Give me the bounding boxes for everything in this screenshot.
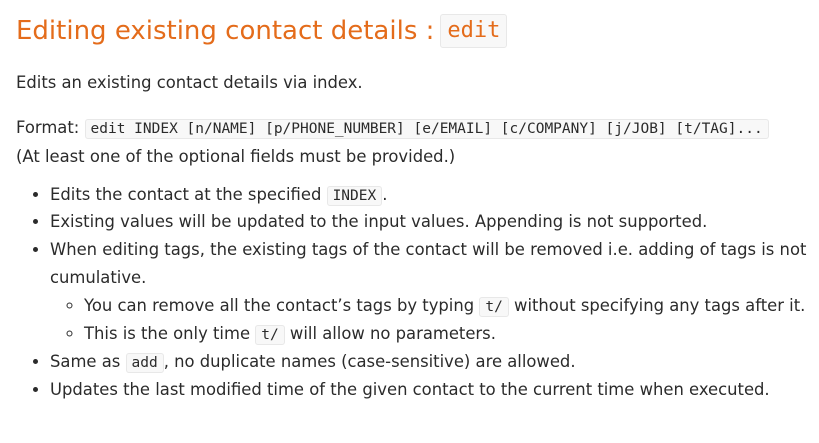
list-item: Updates the last modified time of the gi… <box>50 376 809 404</box>
format-line: Format: edit INDEX [n/NAME] [p/PHONE_NUM… <box>16 114 809 142</box>
list-item: Edits the contact at the specified INDEX… <box>50 181 809 209</box>
list-item-text: Same as <box>50 351 126 371</box>
section-heading: Editing existing contact details : edit <box>16 14 809 48</box>
sub-list: You can remove all the contact’s tags by… <box>50 292 809 348</box>
index-code: INDEX <box>326 185 383 206</box>
list-item-text: You can remove all the contact’s tags by… <box>84 296 480 316</box>
tag-prefix-code: t/ <box>255 324 285 345</box>
list-item-text: without specifying any tags after it. <box>508 296 806 316</box>
command-description: Edits an existing contact details via in… <box>16 72 363 92</box>
add-command-code: add <box>125 352 164 373</box>
list-item-text: When editing tags, the existing tags of … <box>50 240 807 288</box>
list-item: Existing values will be updated to the i… <box>50 208 809 236</box>
sub-list-item: This is the only time t/ will allow no p… <box>84 320 809 348</box>
format-command-code: edit INDEX [n/NAME] [p/PHONE_NUMBER] [e/… <box>84 119 769 140</box>
list-item-text: Updates the last modified time of the gi… <box>50 379 770 399</box>
list-item-text: , no duplicate names (case-sensitive) ar… <box>163 351 576 371</box>
list-item-text: Existing values will be updated to the i… <box>50 212 708 232</box>
tag-prefix-code: t/ <box>479 297 509 318</box>
format-note: (At least one of the optional fields mus… <box>16 146 456 166</box>
details-list: Edits the contact at the specified INDEX… <box>16 181 809 404</box>
format-label: Format: <box>16 118 85 138</box>
list-item-text: This is the only time <box>84 323 256 343</box>
list-item: Same as add, no duplicate names (case-se… <box>50 348 809 376</box>
list-item-text: . <box>382 184 388 204</box>
list-item-text: Edits the contact at the specified <box>50 184 327 204</box>
format-block: Format: edit INDEX [n/NAME] [p/PHONE_NUM… <box>16 114 809 170</box>
heading-command-code: edit <box>440 14 508 48</box>
sub-list-item: You can remove all the contact’s tags by… <box>84 292 809 320</box>
section-heading-text: Editing existing contact details : <box>16 15 435 46</box>
list-item: When editing tags, the existing tags of … <box>50 236 809 348</box>
document-page: Editing existing contact details : edit … <box>0 0 819 443</box>
list-item-text: will allow no parameters. <box>284 323 496 343</box>
